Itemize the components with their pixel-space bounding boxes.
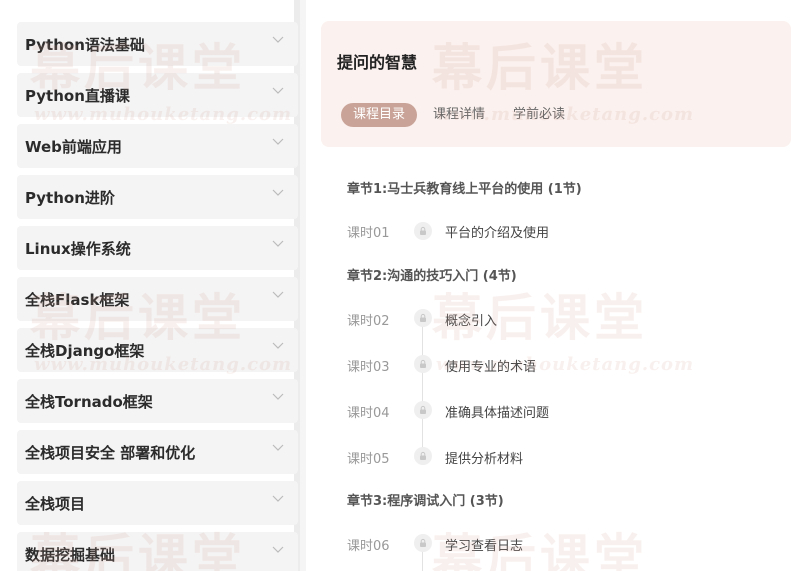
- sidebar-item-label: 数据挖掘基础: [25, 545, 116, 564]
- lock-icon: [414, 355, 432, 373]
- lesson-title[interactable]: 学习查看日志: [445, 535, 523, 554]
- sidebar-item-python-basics[interactable]: Python语法基础: [17, 22, 298, 66]
- chevron-down-icon: [272, 138, 284, 145]
- sidebar-item-security-deploy[interactable]: 全栈项目安全 部署和优化: [17, 430, 298, 474]
- chapter-title: 章节1:马士兵教育线上平台的使用 (1节): [347, 182, 582, 197]
- lesson-title[interactable]: 提供分析材料: [445, 448, 523, 467]
- sidebar-item-label: Linux操作系统: [25, 239, 131, 258]
- chevron-down-icon: [272, 342, 284, 349]
- sidebar-item-label: 全栈Tornado框架: [25, 392, 153, 411]
- course-header: 提问的智慧 课程目录 课程详情 学前必读: [321, 21, 791, 147]
- lesson-number: 课时05: [347, 452, 390, 467]
- lesson-title[interactable]: 平台的介绍及使用: [445, 222, 549, 241]
- chevron-down-icon: [272, 87, 284, 94]
- lesson-number: 课时06: [347, 539, 390, 554]
- sidebar-item-label: Python直播课: [25, 86, 130, 105]
- sidebar-item-web-frontend[interactable]: Web前端应用: [17, 124, 298, 168]
- chevron-down-icon: [272, 240, 284, 247]
- sidebar-item-label: Python语法基础: [25, 35, 145, 54]
- lock-icon: [414, 534, 432, 552]
- chapter-title: 章节2:沟通的技巧入门 (4节): [347, 269, 517, 284]
- sidebar-item-django[interactable]: 全栈Django框架: [17, 328, 298, 372]
- tab-catalog[interactable]: 课程目录: [341, 103, 418, 127]
- lesson-number: 课时04: [347, 406, 390, 421]
- course-sidebar: Python语法基础 Python直播课 Web前端应用 Python进阶 Li…: [0, 0, 300, 571]
- sidebar-item-label: 全栈Django框架: [25, 341, 145, 360]
- sidebar-item-linux[interactable]: Linux操作系统: [17, 226, 298, 270]
- lock-icon: [414, 447, 432, 465]
- lock-icon: [414, 401, 432, 419]
- lesson-title[interactable]: 使用专业的术语: [445, 356, 536, 375]
- lesson-title[interactable]: 准确具体描述问题: [445, 402, 549, 421]
- sidebar-item-data-mining[interactable]: 数据挖掘基础: [17, 532, 298, 571]
- chevron-down-icon: [272, 291, 284, 298]
- tab-details[interactable]: 课程详情: [433, 103, 485, 127]
- chevron-down-icon: [272, 495, 284, 502]
- chevron-down-icon: [272, 444, 284, 451]
- sidebar-item-tornado[interactable]: 全栈Tornado框架: [17, 379, 298, 423]
- lesson-number: 课时01: [347, 226, 390, 241]
- sidebar-item-python-live[interactable]: Python直播课: [17, 73, 298, 117]
- sidebar-item-label: 全栈项目安全 部署和优化: [25, 443, 196, 462]
- lesson-number: 课时02: [347, 314, 390, 329]
- chevron-down-icon: [272, 36, 284, 43]
- sidebar-item-label: Web前端应用: [25, 137, 122, 156]
- course-main: 提问的智慧 课程目录 课程详情 学前必读 章节1:马士兵教育线上平台的使用 (1…: [306, 0, 791, 571]
- chevron-down-icon: [272, 546, 284, 553]
- chevron-down-icon: [272, 393, 284, 400]
- course-title: 提问的智慧: [337, 53, 418, 72]
- lock-icon: [414, 309, 432, 327]
- sidebar-item-flask[interactable]: 全栈Flask框架: [17, 277, 298, 321]
- sidebar-item-fullstack-project[interactable]: 全栈项目: [17, 481, 298, 525]
- sidebar-item-python-advanced[interactable]: Python进阶: [17, 175, 298, 219]
- tab-prerequisites[interactable]: 学前必读: [513, 103, 565, 127]
- lesson-title[interactable]: 概念引入: [445, 310, 497, 329]
- chapter-title: 章节3:程序调试入门 (3节): [347, 494, 504, 509]
- sidebar-item-label: Python进阶: [25, 188, 115, 207]
- lesson-number: 课时03: [347, 360, 390, 375]
- timeline-line: [422, 318, 423, 456]
- lock-icon: [414, 222, 432, 240]
- sidebar-item-label: 全栈Flask框架: [25, 290, 130, 309]
- sidebar-item-label: 全栈项目: [25, 494, 86, 513]
- chevron-down-icon: [272, 189, 284, 196]
